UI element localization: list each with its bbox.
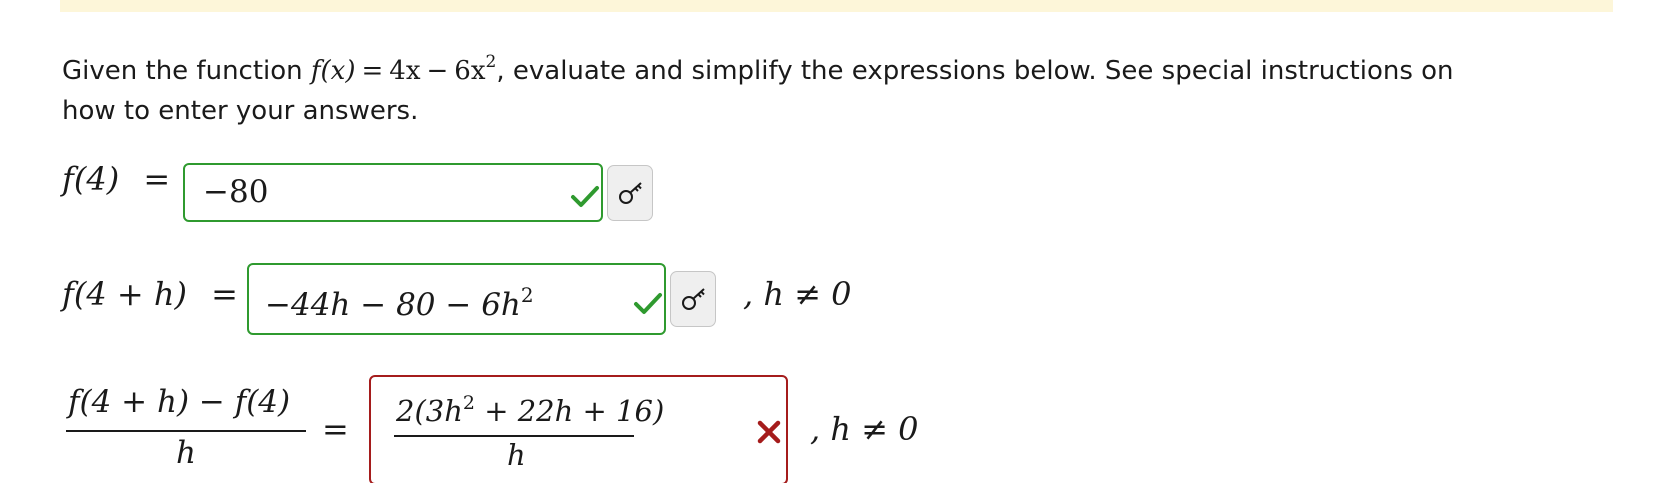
q1-equals: = [143, 160, 171, 198]
q2-key-button[interactable] [670, 271, 716, 327]
q3-numerator-post: + 22h + 16) [475, 394, 665, 428]
q2-lhs-expression: f(4 + h) [62, 275, 187, 313]
q3-answer-field[interactable]: 2(3h2 + 22h + 16) h [369, 375, 788, 483]
q3-numerator-text: f(4 + h) − f(4) [68, 384, 291, 420]
function-term2: 6x [454, 56, 486, 86]
x-icon [757, 420, 781, 444]
function-exponent: 2 [485, 52, 497, 72]
q3-condition: , h ≠ 0 [810, 410, 919, 448]
question-instructions: Given the function f(x) = 4x −6x2, evaluate… [62, 42, 1462, 131]
q1-key-button[interactable] [607, 165, 653, 221]
key-icon [682, 288, 705, 310]
notice-banner [60, 0, 1613, 12]
q2-answer-exponent: 2 [520, 283, 534, 307]
q2-condition: , h ≠ 0 [743, 275, 852, 313]
check-icon [571, 186, 599, 207]
q3-numerator-pre: 2(3h [396, 394, 463, 428]
function-term1: 4x [389, 56, 421, 86]
function-lhs: f(x) [310, 56, 356, 86]
check-icon [634, 293, 662, 314]
q1-answer-field[interactable]: −80 [183, 163, 603, 222]
q3-lhs-denominator: h [176, 435, 196, 471]
instructions-prefix: Given the function [62, 56, 311, 86]
q2-answer-field[interactable]: −44h − 80 − 6h2 [247, 263, 666, 335]
q3-equals: = [322, 410, 349, 448]
q2-answer-value: −44h − 80 − 6h2 [265, 283, 534, 323]
q1-lhs: f(4) = [62, 160, 170, 198]
q3-numerator-exponent: 2 [462, 392, 475, 414]
q3-answer-fraction-bar [394, 435, 634, 437]
q2-lhs: f(4 + h) = [62, 275, 238, 313]
function-minus: − [426, 56, 449, 86]
key-icon [619, 182, 642, 204]
q2-equals: = [211, 275, 238, 313]
q3-answer-numerator: 2(3h2 + 22h + 16) [396, 392, 664, 428]
q1-lhs-expression: f(4) [62, 160, 120, 198]
q1-answer-value: −80 [203, 174, 269, 210]
function-equals: = [361, 56, 384, 86]
q3-lhs-fraction-bar [66, 430, 306, 432]
q3-lhs-numerator: f(4 + h) − f(4) [68, 384, 290, 420]
q2-answer-main: −44h − 80 − 6h [265, 287, 521, 323]
q3-answer-denominator: h [507, 438, 526, 472]
